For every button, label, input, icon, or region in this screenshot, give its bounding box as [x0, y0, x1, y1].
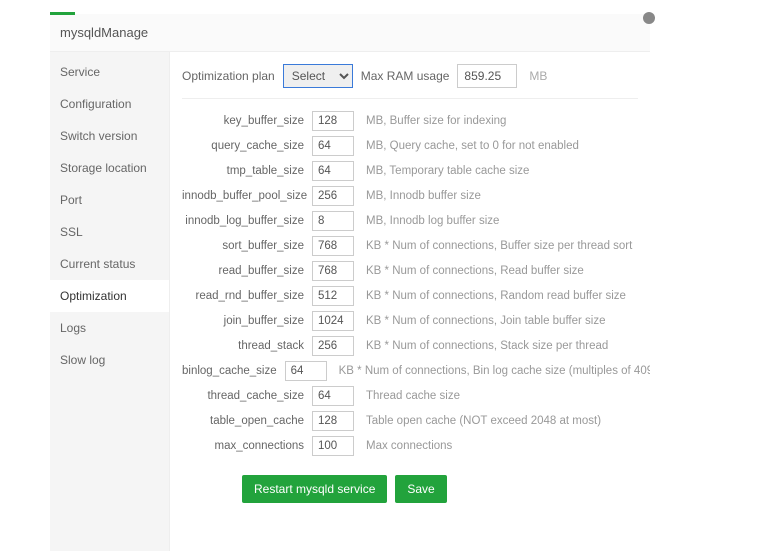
param-label: tmp_table_size: [182, 165, 312, 177]
param-input-max_connections[interactable]: [312, 436, 354, 456]
param-label: key_buffer_size: [182, 115, 312, 127]
sidebar-item-configuration[interactable]: Configuration: [50, 88, 169, 120]
param-input-tmp_table_size[interactable]: [312, 161, 354, 181]
param-label: join_buffer_size: [182, 315, 312, 327]
sidebar-item-current-status[interactable]: Current status: [50, 248, 169, 280]
param-label: thread_stack: [182, 340, 312, 352]
param-row: innodb_buffer_pool_size MB, Innodb buffer…: [182, 184, 638, 207]
param-input-query_cache_size[interactable]: [312, 136, 354, 156]
sidebar-item-storage-location[interactable]: Storage location: [50, 152, 169, 184]
param-row: table_open_cache Table open cache (NOT ex…: [182, 409, 638, 432]
param-desc: MB, Buffer size for indexing: [366, 115, 506, 127]
param-label: query_cache_size: [182, 140, 312, 152]
sidebar-item-port[interactable]: Port: [50, 184, 169, 216]
param-label: binlog_cache_size: [182, 365, 285, 377]
page-title: mysqldManage: [50, 14, 650, 52]
optimization-plan-label: Optimization plan: [182, 69, 275, 83]
param-input-key_buffer_size[interactable]: [312, 111, 354, 131]
param-row: read_rnd_buffer_size KB * Num of connecti…: [182, 284, 638, 307]
param-row: max_connections Max connections: [182, 434, 638, 457]
param-desc: Thread cache size: [366, 390, 460, 402]
param-desc: MB, Query cache, set to 0 for not enable…: [366, 140, 579, 152]
param-desc: MB, Innodb buffer size: [366, 190, 481, 202]
sidebar-item-optimization[interactable]: Optimization: [50, 280, 169, 312]
param-row: binlog_cache_sizeKB * Num of connections…: [182, 359, 638, 382]
param-input-read_buffer_size[interactable]: [312, 261, 354, 281]
param-row: read_buffer_size KB * Num of connections,…: [182, 259, 638, 282]
param-row: innodb_log_buffer_size MB, Innodb log buf…: [182, 209, 638, 232]
main-panel: Optimization plan Select Max RAM usage M…: [170, 52, 650, 551]
sidebar-item-logs[interactable]: Logs: [50, 312, 169, 344]
param-label: sort_buffer_size: [182, 240, 312, 252]
param-row: join_buffer_size KB * Num of connections,…: [182, 309, 638, 332]
param-desc: KB * Num of connections, Random read buf…: [366, 290, 626, 302]
param-label: table_open_cache: [182, 415, 312, 427]
param-desc: KB * Num of connections, Buffer size per…: [366, 240, 632, 252]
param-input-read_rnd_buffer_size[interactable]: [312, 286, 354, 306]
sidebar-item-service[interactable]: Service: [50, 56, 169, 88]
param-desc: KB * Num of connections, Join table buff…: [366, 315, 606, 327]
param-input-binlog_cache_size[interactable]: [285, 361, 327, 381]
param-desc: KB * Num of connections, Read buffer siz…: [366, 265, 584, 277]
sidebar: ServiceConfigurationSwitch versionStorag…: [50, 52, 170, 551]
param-row: tmp_table_size MB, Temporary table cache …: [182, 159, 638, 182]
param-input-join_buffer_size[interactable]: [312, 311, 354, 331]
param-label: read_buffer_size: [182, 265, 312, 277]
sidebar-item-switch-version[interactable]: Switch version: [50, 120, 169, 152]
param-label: innodb_buffer_pool_size: [182, 190, 312, 202]
param-row: thread_cache_size Thread cache size: [182, 384, 638, 407]
param-label: max_connections: [182, 440, 312, 452]
max-ram-input[interactable]: [457, 64, 517, 88]
param-desc: MB, Innodb log buffer size: [366, 215, 499, 227]
param-desc: KB * Num of connections, Bin log cache s…: [339, 365, 650, 377]
param-input-table_open_cache[interactable]: [312, 411, 354, 431]
param-row: query_cache_size MB, Query cache, set to …: [182, 134, 638, 157]
param-input-thread_cache_size[interactable]: [312, 386, 354, 406]
sidebar-item-slow-log[interactable]: Slow log: [50, 344, 169, 376]
close-icon[interactable]: [643, 12, 655, 24]
param-label: read_rnd_buffer_size: [182, 290, 312, 302]
param-input-innodb_log_buffer_size[interactable]: [312, 211, 354, 231]
param-desc: Max connections: [366, 440, 452, 452]
param-input-thread_stack[interactable]: [312, 336, 354, 356]
param-input-innodb_buffer_pool_size[interactable]: [312, 186, 354, 206]
optimization-plan-select[interactable]: Select: [283, 64, 353, 88]
param-row: key_buffer_size MB, Buffer size for index…: [182, 109, 638, 132]
param-row: sort_buffer_size KB * Num of connections,…: [182, 234, 638, 257]
param-label: innodb_log_buffer_size: [182, 215, 312, 227]
param-desc: Table open cache (NOT exceed 2048 at mos…: [366, 415, 601, 427]
max-ram-label: Max RAM usage: [361, 69, 450, 83]
param-label: thread_cache_size: [182, 390, 312, 402]
save-button[interactable]: Save: [395, 475, 446, 503]
max-ram-unit: MB: [529, 69, 547, 83]
param-desc: KB * Num of connections, Stack size per …: [366, 340, 608, 352]
restart-mysqld-button[interactable]: Restart mysqld service: [242, 475, 387, 503]
sidebar-item-ssl[interactable]: SSL: [50, 216, 169, 248]
param-input-sort_buffer_size[interactable]: [312, 236, 354, 256]
param-desc: MB, Temporary table cache size: [366, 165, 529, 177]
param-row: thread_stack KB * Num of connections, Sta…: [182, 334, 638, 357]
